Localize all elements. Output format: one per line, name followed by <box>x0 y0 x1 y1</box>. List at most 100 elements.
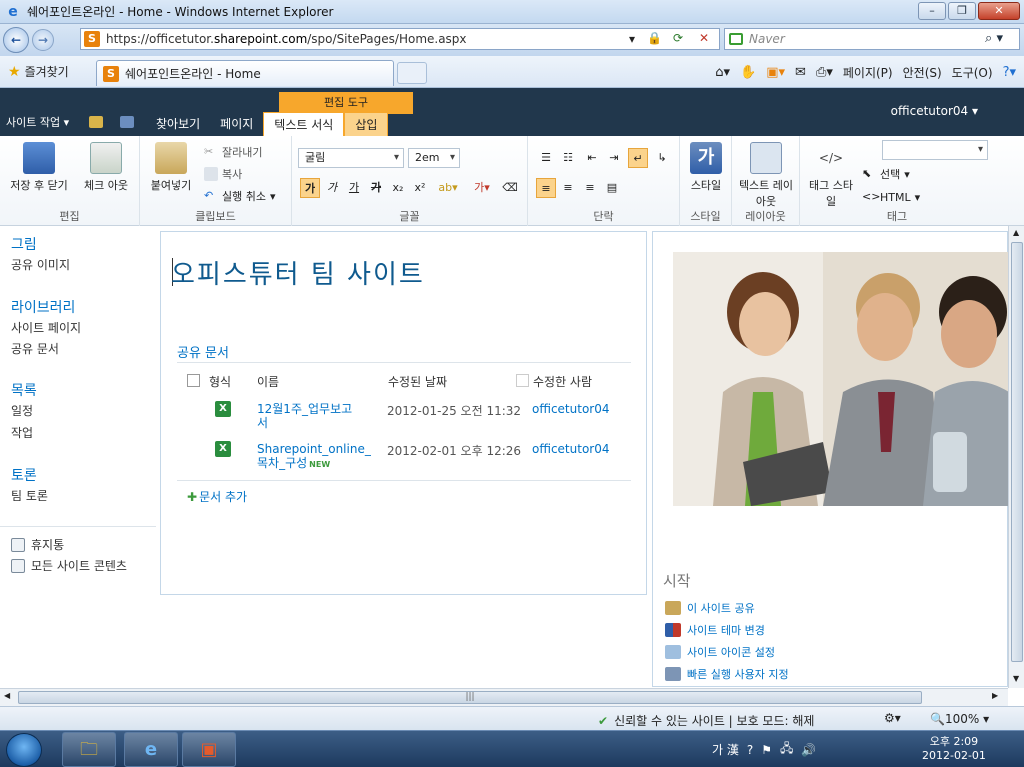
nav-heading-pictures[interactable]: 그림 <box>11 234 37 254</box>
tools-menu[interactable]: 도구(O) <box>952 64 993 81</box>
hand-icon[interactable]: ✋ <box>740 65 756 80</box>
scroll-up-icon[interactable]: ▲ <box>1013 228 1019 237</box>
align-center-icon[interactable]: ≡ <box>558 178 578 198</box>
outdent-icon[interactable]: ⇤ <box>582 148 602 168</box>
app-taskbar-icon[interactable]: ▣ <box>182 732 236 767</box>
help-icon[interactable]: ? <box>747 743 753 757</box>
library-title[interactable]: 공유 문서 <box>177 342 229 361</box>
help-icon[interactable]: ?▾ <box>1003 65 1016 80</box>
nav-item-all-content[interactable]: 모든 사이트 콘텐츠 <box>11 557 127 574</box>
minimize-button[interactable]: – <box>918 2 946 20</box>
print-icon[interactable]: ⎙▾ <box>816 65 833 80</box>
bold-button[interactable]: 가 <box>300 178 320 198</box>
share-site-link[interactable]: 이 사이트 공유 <box>665 600 755 616</box>
scroll-left-icon[interactable]: ◀ <box>4 691 10 700</box>
cut-button[interactable]: ✂ 잘라내기 <box>204 144 262 160</box>
nav-heading-lists[interactable]: 목록 <box>11 380 37 400</box>
home-icon[interactable]: ⌂▾ <box>715 65 730 80</box>
flag-icon[interactable]: ⚑ <box>761 743 772 757</box>
text-layout-button[interactable]: 텍스트 레이아웃 <box>736 142 796 209</box>
mail-icon[interactable]: ✉ <box>795 65 806 80</box>
doc-name-link[interactable]: Sharepoint_online_ 목차_구성 NEW <box>257 442 371 472</box>
nav-item-shared-docs[interactable]: 공유 문서 <box>11 340 59 357</box>
italic-button[interactable]: 가 <box>322 178 342 198</box>
page-title[interactable]: 오피스튜터 팀 사이트 <box>171 254 425 291</box>
nav-item-site-pages[interactable]: 사이트 페이지 <box>11 319 81 336</box>
rss-icon[interactable]: ▣▾ <box>766 65 785 80</box>
nav-item-recycle-bin[interactable]: 휴지통 <box>11 536 64 553</box>
dropdown-arrow-icon[interactable]: ▾ <box>629 32 635 46</box>
select-all-checkbox[interactable] <box>187 374 200 387</box>
tab-insert[interactable]: 삽입 <box>344 112 389 136</box>
address-url[interactable]: https://officetutor.sharepoint.com/spo/S… <box>106 32 467 46</box>
explorer-taskbar-icon[interactable]: 🗀 <box>62 732 116 767</box>
tab-browse[interactable]: 찾아보기 <box>146 112 210 136</box>
doc-modified-by-link[interactable]: officetutor04 <box>532 402 609 416</box>
highlight-color-button[interactable]: ab▾ <box>434 178 462 198</box>
nav-item-team-discussion[interactable]: 팀 토론 <box>11 487 48 504</box>
change-theme-link[interactable]: 사이트 테마 변경 <box>665 622 765 638</box>
font-color-button[interactable]: 가▾ <box>468 178 496 198</box>
column-modified[interactable]: 수정된 날짜 <box>388 373 447 390</box>
copy-button[interactable]: 복사 <box>204 166 242 182</box>
new-tab-button[interactable] <box>397 62 427 84</box>
horizontal-scrollbar[interactable]: ◀ ||| ▶ <box>0 688 1008 706</box>
customize-quick-launch-link[interactable]: 빠른 실행 사용자 지정 <box>665 666 789 682</box>
forward-button[interactable]: → <box>32 29 54 51</box>
nav-heading-libraries[interactable]: 라이브러리 <box>11 297 75 317</box>
ltr-icon[interactable]: ↵ <box>628 148 648 168</box>
ime-indicator[interactable]: 가 漢 <box>712 741 739 758</box>
font-family-select[interactable]: 굴림 <box>298 148 404 168</box>
checkout-button[interactable]: 체크 아웃 <box>76 142 136 193</box>
security-zone[interactable]: ✔ 신뢰할 수 있는 사이트 | 보호 모드: 해제 <box>598 712 814 729</box>
back-button[interactable]: ← <box>3 27 29 53</box>
underline-button[interactable]: 가 <box>344 178 364 198</box>
tab-format-text[interactable]: 텍스트 서식 <box>263 112 345 136</box>
indent-icon[interactable]: ⇥ <box>604 148 624 168</box>
column-modified-by[interactable]: 수정한 사람 <box>533 373 592 390</box>
edit-page-icon[interactable] <box>120 116 134 128</box>
start-button[interactable] <box>6 733 42 767</box>
vertical-scroll-thumb[interactable] <box>1011 242 1023 662</box>
folder-icon[interactable] <box>89 116 103 128</box>
set-icon-link[interactable]: 사이트 아이콘 설정 <box>665 644 775 660</box>
address-bar[interactable]: S https://officetutor.sharepoint.com/spo… <box>80 28 720 50</box>
favorites-button[interactable]: ★ 즐겨찾기 <box>8 63 69 80</box>
page-menu[interactable]: 페이지(P) <box>843 64 893 81</box>
strikethrough-button[interactable]: 가 <box>366 178 386 198</box>
align-left-icon[interactable]: ≡ <box>536 178 556 198</box>
save-close-button[interactable]: 저장 후 닫기 <box>4 142 74 193</box>
font-size-select[interactable]: 2em <box>408 148 460 168</box>
site-actions-menu[interactable]: 사이트 작업 ▾ <box>6 114 69 130</box>
nav-item-calendar[interactable]: 일정 <box>11 402 33 419</box>
stop-icon[interactable]: ✕ <box>699 31 709 45</box>
zoom-control[interactable]: 🔍100% ▾ <box>930 712 989 726</box>
select-button[interactable]: ⬉ 선택 ▾ <box>862 166 910 182</box>
maximize-button[interactable]: ❐ <box>948 2 976 20</box>
nav-heading-discussions[interactable]: 토론 <box>11 465 37 485</box>
refresh-icon[interactable]: ⟳ <box>673 31 683 45</box>
tag-style-button[interactable]: </> 태그 스타일 <box>804 142 858 209</box>
user-menu[interactable]: officetutor04 ▾ <box>891 104 978 118</box>
bullet-list-icon[interactable]: ☰ <box>536 148 556 168</box>
align-right-icon[interactable]: ≡ <box>580 178 600 198</box>
scroll-right-icon[interactable]: ▶ <box>992 691 998 700</box>
clear-format-button[interactable]: ⌫ <box>500 178 520 198</box>
rtl-icon[interactable]: ↳ <box>652 148 672 168</box>
tab-page[interactable]: 페이지 <box>210 112 263 136</box>
add-document-link[interactable]: ✚ 문서 추가 <box>187 488 247 505</box>
volume-icon[interactable]: 🔊 <box>801 743 816 757</box>
justify-icon[interactable]: ▤ <box>602 178 622 198</box>
markup-style-select[interactable] <box>882 140 988 160</box>
search-icon[interactable]: ⌕ ▾ <box>985 31 1003 46</box>
network-icon[interactable]: 🖧 <box>780 739 793 760</box>
column-type[interactable]: 형식 <box>209 373 231 390</box>
subscript-button[interactable]: x₂ <box>388 178 408 198</box>
ie-taskbar-icon[interactable]: e <box>124 732 178 767</box>
superscript-button[interactable]: x² <box>410 178 430 198</box>
nav-item-tasks[interactable]: 작업 <box>11 424 33 441</box>
styles-button[interactable]: 가 스타일 <box>684 142 728 193</box>
paste-button[interactable]: 붙여넣기 <box>146 142 196 193</box>
safety-menu[interactable]: 안전(S) <box>903 64 942 81</box>
doc-modified-by-link[interactable]: officetutor04 <box>532 442 609 456</box>
